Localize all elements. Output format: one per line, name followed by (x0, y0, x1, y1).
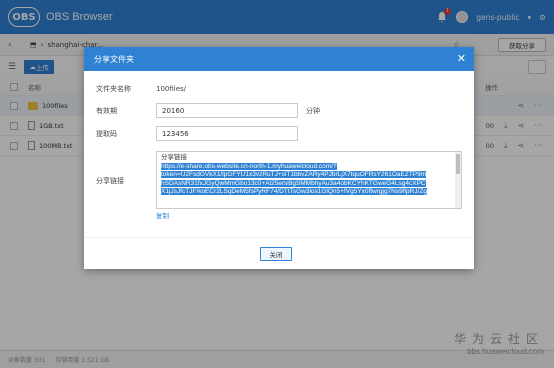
dialog-title: 分享文件夹 (94, 54, 134, 64)
folder-name-row: 文件夹名称 100files/ (96, 84, 186, 94)
validity-unit: 分钟 (306, 106, 320, 115)
close-icon[interactable]: ✕ (457, 52, 466, 65)
validity-label: 有效期 (96, 106, 117, 115)
copy-link[interactable]: 复制 (156, 210, 169, 220)
link-line: token=U2FsdGVkX1/lpGFYU1x3vzRuTJ+slT1bbv… (161, 171, 427, 179)
link-line: X1jJsJfcTJF/koECr2LSqDeM5fsPyRF74/DTtTsG… (161, 188, 427, 196)
dialog-divider (84, 237, 474, 238)
link-line: hSDAsNR31fxJGyQwMmGbo13c0+Al25ersl8gSMMb… (161, 179, 426, 187)
folder-name-label: 文件夹名称 (96, 85, 131, 93)
code-label: 提取码 (96, 129, 117, 138)
code-row: 提取码 123456 (96, 126, 298, 141)
close-button[interactable]: 关闭 (260, 247, 292, 261)
share-link-label: 分享链接 (96, 177, 124, 185)
validity-input[interactable]: 20160 (156, 103, 298, 118)
extraction-code-input[interactable]: 123456 (156, 126, 298, 141)
share-link-textarea[interactable]: 分享链接 https://e-share.obs-website.cn-nort… (156, 151, 462, 209)
link-row: 分享链接 (96, 176, 156, 186)
link-heading: 分享链接 (161, 154, 187, 161)
link-scrollbar[interactable] (455, 152, 461, 208)
share-folder-dialog: 分享文件夹 ✕ 文件夹名称 100files/ 有效期 20160 分钟 提取码… (84, 47, 474, 269)
validity-row: 有效期 20160 分钟 (96, 103, 320, 118)
dialog-header: 分享文件夹 (84, 47, 474, 71)
link-line: https://e-share.obs-website.cn-north-1.m… (161, 162, 337, 170)
folder-name-value: 100files/ (156, 85, 187, 93)
scrollbar-thumb[interactable] (456, 154, 460, 174)
